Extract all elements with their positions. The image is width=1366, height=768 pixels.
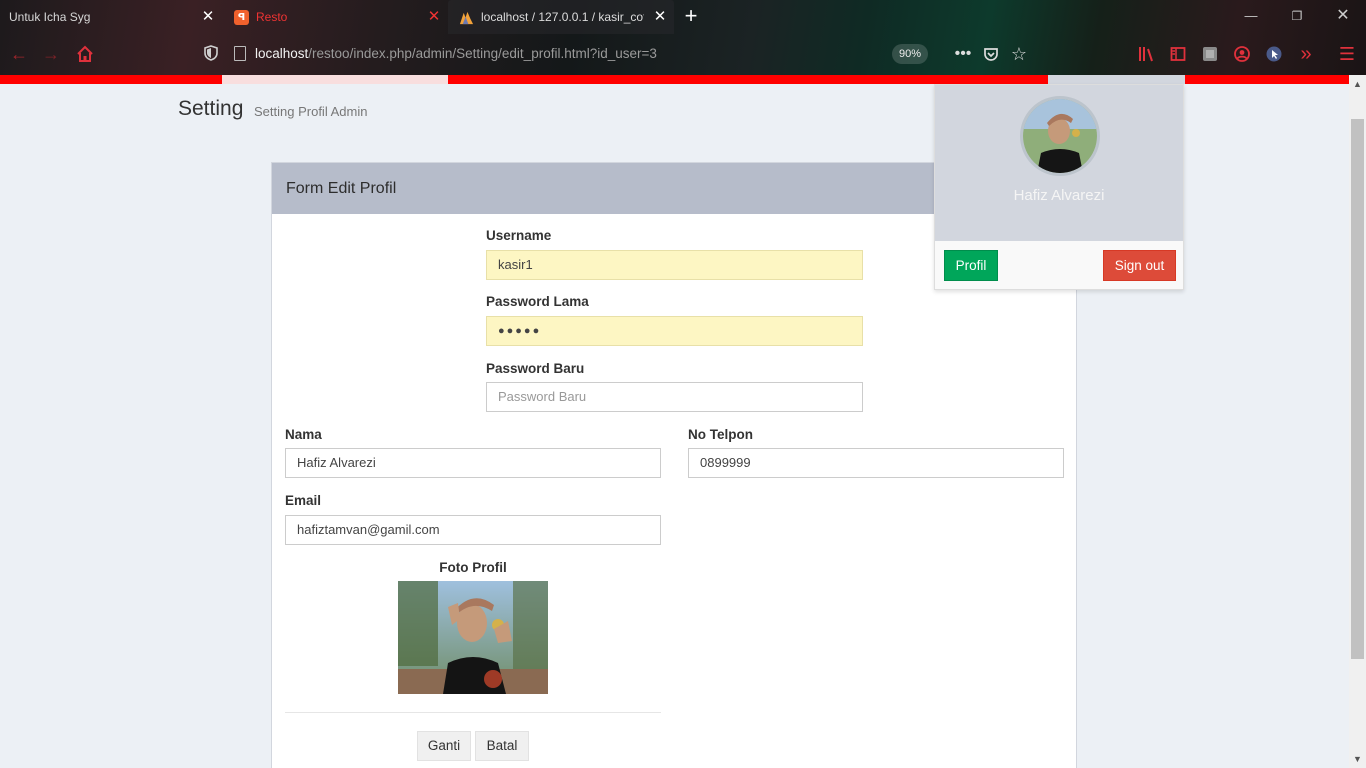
password-new-label: Password Baru — [486, 361, 585, 376]
batal-button[interactable]: Batal — [475, 731, 529, 761]
tab-phpmyadmin[interactable]: localhost / 127.0.0.1 / kasir_cof ✕ — [448, 0, 674, 34]
navigation-bar: ← → localhost/restoo/index.php/admin/Set… — [0, 34, 1366, 74]
username-label: Username — [486, 228, 552, 243]
page-info-icon[interactable] — [234, 46, 246, 61]
password-new-input[interactable]: Password Baru — [486, 382, 863, 412]
profil-button[interactable]: Profil — [944, 250, 998, 281]
tab-resto[interactable]: ꟼ Resto ✕ — [222, 0, 448, 34]
url-bar[interactable]: localhost/restoo/index.php/admin/Setting… — [198, 39, 938, 69]
window-close-icon[interactable]: ✕ — [1332, 6, 1354, 26]
browser-chrome: Untuk Icha Syg ✕ ꟼ Resto ✕ localhost / 1… — [0, 0, 1366, 75]
user-name: Hafiz Alvarezi — [1013, 187, 1105, 204]
nama-label: Nama — [285, 427, 322, 442]
library-icon[interactable] — [1136, 43, 1158, 65]
hamburger-menu-icon[interactable]: ☰ — [1336, 43, 1358, 65]
close-icon[interactable]: ✕ — [426, 9, 442, 25]
sidebar-icon[interactable] — [1167, 43, 1189, 65]
close-icon[interactable]: ✕ — [200, 9, 216, 25]
admin-top-bar — [0, 75, 1366, 84]
tab-label: Untuk Icha Syg — [9, 10, 91, 24]
email-label: Email — [285, 493, 322, 508]
profile-photo — [398, 581, 548, 694]
tab-label: Resto — [256, 10, 288, 24]
url-text[interactable]: localhost/restoo/index.php/admin/Setting… — [255, 46, 657, 61]
minimize-icon[interactable]: — — [1240, 6, 1262, 26]
nama-input[interactable]: Hafiz Alvarezi — [285, 448, 661, 478]
sign-out-button[interactable]: Sign out — [1103, 250, 1176, 281]
top-bar-segment — [222, 75, 448, 84]
overflow-chevron-icon[interactable]: » — [1295, 43, 1317, 65]
phpmyadmin-icon — [459, 11, 474, 25]
user-header: Hafiz Alvarezi — [935, 85, 1183, 241]
page-actions-icon[interactable]: ••• — [952, 43, 974, 65]
scroll-thumb[interactable] — [1351, 119, 1364, 659]
xampp-icon: ꟼ — [234, 10, 249, 25]
form-divider — [285, 712, 661, 713]
pocket-icon[interactable] — [980, 43, 1002, 65]
bookmark-star-icon[interactable]: ☆ — [1008, 43, 1030, 65]
form-title: Form Edit Profil — [286, 180, 397, 197]
page-scrollbar[interactable]: ▲ ▼ — [1349, 75, 1366, 768]
account-icon[interactable] — [1231, 43, 1253, 65]
home-icon[interactable] — [74, 43, 96, 65]
tab-label: localhost / 127.0.0.1 / kasir_cof — [481, 10, 644, 24]
restore-icon[interactable]: ❐ — [1286, 6, 1308, 26]
foto-label: Foto Profil — [439, 560, 507, 575]
password-old-label: Password Lama — [486, 294, 589, 309]
zoom-level-badge[interactable]: 90% — [892, 44, 928, 64]
page-subtitle: Setting Profil Admin — [254, 104, 368, 119]
user-footer: Profil Sign out — [935, 241, 1183, 289]
back-arrow-icon[interactable]: ← — [8, 43, 30, 65]
tab-strip: Untuk Icha Syg ✕ ꟼ Resto ✕ localhost / 1… — [0, 0, 1366, 34]
top-bar-segment — [1048, 75, 1185, 84]
username-input[interactable]: kasir1 — [486, 250, 863, 280]
page-title: Setting — [178, 97, 244, 120]
avatar — [1020, 96, 1100, 176]
extension-icon[interactable] — [1199, 43, 1221, 65]
ganti-button[interactable]: Ganti — [417, 731, 471, 761]
tracking-shield-icon[interactable] — [204, 45, 218, 61]
scroll-down-icon[interactable]: ▼ — [1349, 752, 1366, 766]
password-old-input[interactable]: ●●●●● — [486, 316, 863, 346]
close-icon[interactable]: ✕ — [652, 9, 668, 25]
scroll-up-icon[interactable]: ▲ — [1349, 77, 1366, 91]
tab-untuk-icha[interactable]: Untuk Icha Syg ✕ — [0, 0, 222, 34]
forward-arrow-icon[interactable]: → — [40, 43, 62, 65]
user-dropdown-menu: Hafiz Alvarezi Profil Sign out — [934, 84, 1184, 290]
email-input[interactable]: hafiztamvan@gamil.com — [285, 515, 661, 545]
telpon-label: No Telpon — [688, 427, 753, 442]
telpon-input[interactable]: 0899999 — [688, 448, 1064, 478]
cursor-extension-icon[interactable] — [1263, 43, 1285, 65]
new-tab-icon[interactable]: + — [681, 5, 701, 28]
